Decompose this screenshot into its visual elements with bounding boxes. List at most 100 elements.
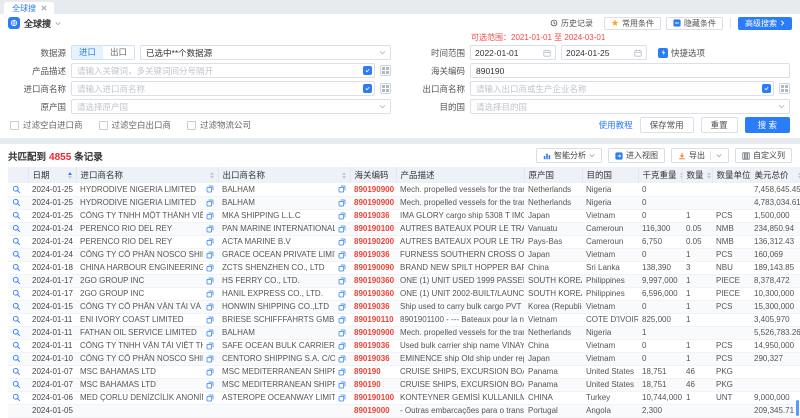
copy-icon[interactable] [206,290,214,298]
more-settings-icon[interactable] [380,65,391,76]
copy-icon[interactable] [338,381,346,389]
row-detail-search-icon[interactable] [12,380,24,389]
row-detail-search-icon[interactable] [12,328,24,337]
row-detail-search-icon[interactable] [12,237,24,246]
column-header[interactable]: 美元总价 [750,167,800,183]
copy-icon[interactable] [206,381,214,389]
copy-icon[interactable] [206,368,214,376]
copy-icon[interactable] [338,316,346,324]
copy-icon[interactable] [206,394,214,402]
chevron-down-icon[interactable] [716,153,722,158]
copy-icon[interactable] [338,303,346,311]
copy-icon[interactable] [206,316,214,324]
sort-icon[interactable] [677,172,682,179]
sort-icon[interactable] [795,172,800,179]
sort-icon[interactable] [207,172,214,179]
advanced-search-button[interactable]: 高级搜索 [738,17,792,30]
date-start-input[interactable]: 2022-01-01 [470,45,556,60]
column-header[interactable]: 进口商名称 [76,167,218,183]
row-detail-search-icon[interactable] [12,354,24,363]
origin-select[interactable]: 请选择原产国 [71,99,391,114]
column-header[interactable]: 出口商名称 [218,167,350,183]
copy-icon[interactable] [338,264,346,272]
product-desc-input[interactable] [71,63,375,78]
copy-icon[interactable] [338,199,346,207]
copy-icon[interactable] [206,212,214,220]
row-detail-search-icon[interactable] [12,302,24,311]
input-option-icon[interactable] [363,66,372,75]
copy-icon[interactable] [338,368,346,376]
sort-icon[interactable] [65,172,72,179]
copy-icon[interactable] [338,290,346,298]
column-header[interactable]: 目的国 [582,167,638,183]
hs-code-input[interactable] [470,63,790,78]
close-icon[interactable] [41,5,47,11]
copy-icon[interactable] [338,329,346,337]
row-detail-search-icon[interactable] [12,367,24,376]
reset-button[interactable]: 重置 [701,117,738,133]
copy-icon[interactable] [206,264,214,272]
copy-icon[interactable] [206,342,214,350]
copy-icon[interactable] [206,238,214,246]
copy-icon[interactable] [206,303,214,311]
sort-icon[interactable] [704,172,711,179]
copy-icon[interactable] [338,251,346,259]
row-detail-search-icon[interactable] [12,250,24,259]
hide-conditions-button[interactable]: 隐藏条件 [666,17,723,30]
copy-icon[interactable] [338,238,346,246]
row-detail-search-icon[interactable] [12,224,24,233]
copy-icon[interactable] [206,251,214,259]
export-button[interactable]: 导出 [671,148,729,163]
smart-analysis-button[interactable]: 智能分析 [536,148,602,163]
copy-icon[interactable] [206,199,214,207]
export-tab[interactable]: 出口 [103,46,134,59]
data-source-select[interactable]: 已选中**个数据源 [140,45,391,60]
copy-icon[interactable] [338,225,346,233]
copy-icon[interactable] [206,355,214,363]
copy-icon[interactable] [206,329,214,337]
copy-icon[interactable] [206,225,214,233]
row-detail-search-icon[interactable] [12,276,24,285]
checkbox-blank-importer[interactable]: 过滤空白进口商 [10,119,83,131]
more-settings-icon[interactable] [779,83,790,94]
search-button[interactable]: 搜 索 [745,117,790,133]
row-detail-search-icon[interactable] [12,185,24,194]
copy-icon[interactable] [338,277,346,285]
input-option-icon[interactable] [363,84,372,93]
row-detail-search-icon[interactable] [12,289,24,298]
copy-icon[interactable] [338,212,346,220]
tutorial-link[interactable]: 使用教程 [599,119,633,131]
input-option-icon[interactable] [762,84,771,93]
date-end-input[interactable]: 2024-01-25 [561,45,647,60]
row-detail-search-icon[interactable] [12,198,24,207]
favorites-button[interactable]: 常用条件 [604,17,661,30]
row-detail-search-icon[interactable] [12,263,24,272]
app-title-menu[interactable]: 全球搜 [8,17,61,30]
copy-icon[interactable] [338,355,346,363]
row-detail-search-icon[interactable] [12,393,24,402]
copy-icon[interactable] [206,185,214,193]
checkbox-blank-exporter[interactable]: 过滤空白出口商 [99,119,172,131]
copy-icon[interactable] [338,342,346,350]
sort-icon[interactable] [339,172,346,179]
quick-options-button[interactable]: 快捷选项 [658,47,705,59]
tab-global-search[interactable]: 全球搜 [4,2,54,14]
row-detail-search-icon[interactable] [12,341,24,350]
column-header[interactable]: 数量 [682,167,712,183]
more-settings-icon[interactable] [380,83,391,94]
destination-select[interactable]: 请选择目的国 [470,99,790,114]
row-detail-search-icon[interactable] [12,315,24,324]
importer-input[interactable] [71,81,375,96]
column-header[interactable]: 产品描述 [396,167,524,183]
save-common-button[interactable]: 保存常用 [640,117,694,133]
exporter-input[interactable] [470,81,774,96]
history-button[interactable]: 历史记录 [544,17,599,30]
copy-icon[interactable] [338,185,346,193]
column-header[interactable]: 数量单位 [712,167,750,183]
copy-icon[interactable] [206,277,214,285]
vertical-scrollbar[interactable] [796,400,799,416]
custom-columns-button[interactable]: 自定义列 [735,148,792,163]
row-detail-search-icon[interactable] [12,211,24,220]
enter-view-button[interactable]: 进入视图 [608,148,665,163]
checkbox-logistics[interactable]: 过滤物流公司 [187,119,251,131]
